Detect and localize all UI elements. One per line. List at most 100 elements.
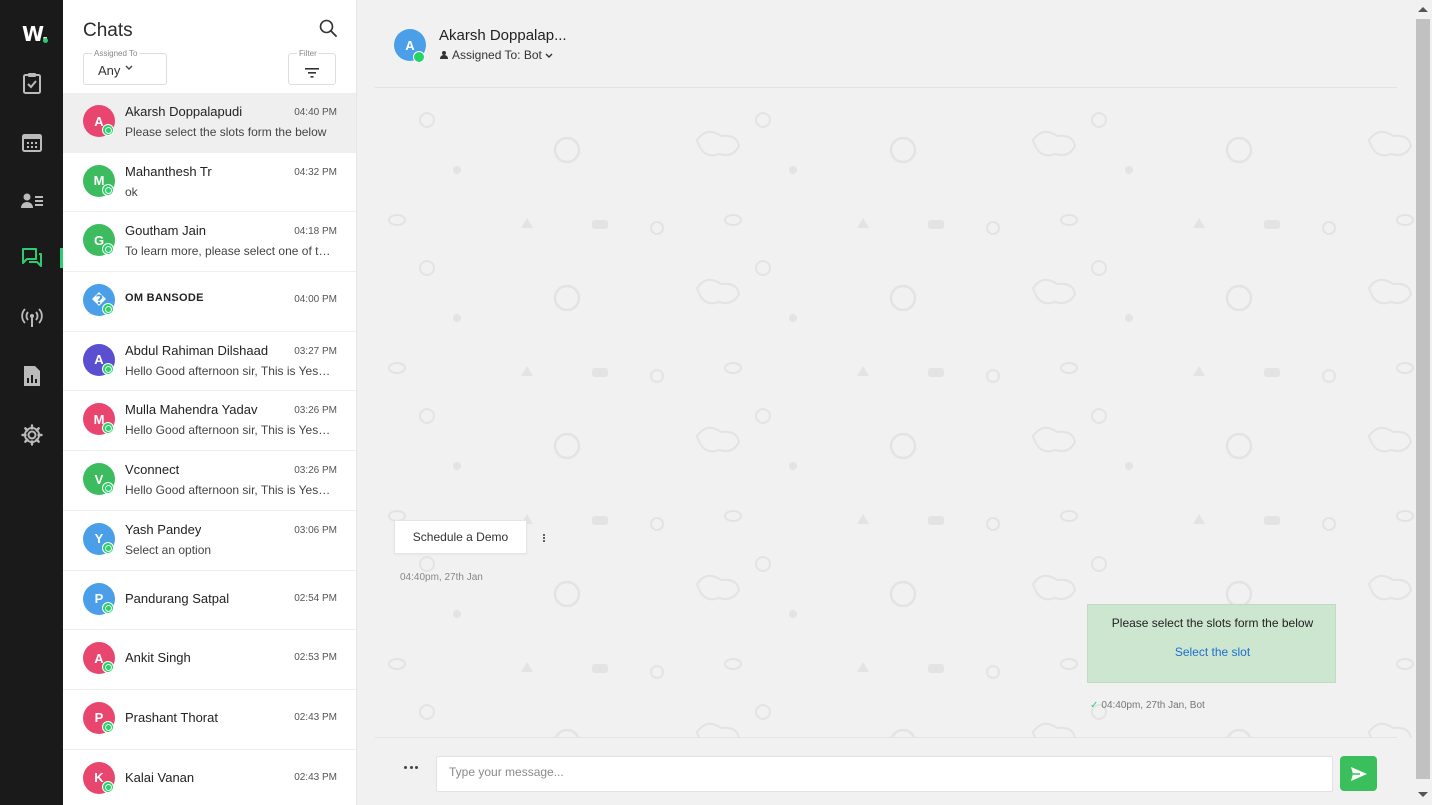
outgoing-message: Please select the slots form the below S… [1087, 604, 1336, 683]
schedule-demo-button[interactable]: Schedule a Demo [394, 520, 527, 554]
chat-list-panel: Chats Assigned To Any Filter A Akarsh Dop… [63, 0, 357, 805]
send-icon [1350, 766, 1367, 781]
chat-time: 04:00 PM [294, 294, 337, 306]
message-timestamp-outgoing: ✓ 04:40pm, 27th Jan, Bot [1090, 700, 1205, 711]
whatsapp-icon [102, 720, 114, 733]
list-item[interactable]: P Prashant Thorat 02:43 PM [63, 690, 356, 750]
whatsapp-icon [102, 482, 114, 495]
list-item[interactable]: A Abdul Rahiman Dilshaad 03:27 PM Hello Goo… [63, 332, 356, 392]
contact-name: Kalai Vanan [125, 769, 195, 785]
whatsapp-icon [102, 661, 114, 674]
filter-icon [305, 65, 319, 83]
list-item[interactable]: K Kalai Vanan 02:43 PM [63, 750, 356, 805]
filter-label: Filter [297, 49, 319, 58]
page-title: Chats [83, 20, 133, 41]
assigned-to-dropdown[interactable]: Assigned To: Bot [440, 48, 553, 62]
whatsapp-icon [102, 422, 114, 435]
divider [375, 87, 1397, 88]
list-item[interactable]: V Vconnect 03:26 PM Hello Good afternoon si… [63, 451, 356, 511]
outgoing-time-text: 04:40pm, 27th Jan, Bot [1101, 700, 1205, 711]
logo-dot [43, 38, 48, 43]
whatsapp-icon [102, 303, 114, 316]
chat-time: 03:27 PM [294, 345, 337, 357]
chat-time: 04:40 PM [294, 107, 337, 118]
chat-time: 02:43 PM [294, 771, 337, 783]
chat-time: 03:26 PM [294, 465, 337, 477]
divider [375, 737, 1397, 738]
contact-name: Mahanthesh Tr [125, 163, 212, 179]
list-item[interactable]: M Mahanthesh Tr 04:32 PM ok [63, 153, 356, 213]
send-button[interactable] [1340, 756, 1377, 791]
contact-name: Pandurang Satpal [125, 590, 230, 606]
contact-name: Mulla Mahendra Yadav [125, 402, 258, 418]
chat-time: 03:26 PM [294, 405, 337, 417]
contact-name: OM BANSODE [125, 292, 204, 305]
assigned-to-select[interactable]: Assigned To Any [83, 49, 167, 85]
attachment-menu-button[interactable] [404, 766, 418, 772]
contact-name: Ankit Singh [125, 650, 191, 666]
list-item[interactable]: G Goutham Jain 04:18 PM To learn more, plea… [63, 212, 356, 273]
chevron-down-icon [125, 63, 133, 73]
scroll-down-icon[interactable] [1418, 792, 1428, 797]
assigned-to-text: Assigned To: Bot [452, 48, 542, 62]
chat-time: 03:06 PM [294, 524, 337, 536]
list-item[interactable]: M Mulla Mahendra Yadav 03:26 PM Hello Good … [63, 391, 356, 452]
assigned-to-label: Assigned To [92, 49, 140, 58]
scrollbar-thumb[interactable] [1416, 19, 1430, 779]
chat-time: 02:43 PM [294, 711, 337, 723]
contact-name: Prashant Thorat [125, 709, 218, 725]
nav-rail: W. [0, 0, 63, 805]
whatsapp-icon [102, 780, 114, 793]
scrollbar[interactable] [1414, 0, 1432, 805]
assigned-to-value: Any [98, 63, 121, 78]
chat-time: 04:18 PM [294, 226, 337, 238]
contact-name: Goutham Jain [125, 223, 206, 239]
report-icon[interactable] [19, 363, 45, 389]
chats-icon[interactable] [19, 245, 45, 271]
filter-button[interactable]: Filter [288, 49, 336, 85]
list-item[interactable]: A Ankit Singh 02:53 PM [63, 630, 356, 690]
chat-time: 04:32 PM [294, 166, 337, 178]
last-message-preview: ok [125, 184, 138, 199]
chat-time: 02:54 PM [294, 592, 337, 604]
last-message-preview: Please select the slots form the below [125, 125, 327, 139]
clipboard-check-icon[interactable] [19, 70, 45, 96]
contacts-icon[interactable] [19, 188, 45, 214]
contact-name: Akarsh Doppalap... [439, 27, 567, 44]
list-item[interactable]: P Pandurang Satpal 02:54 PM [63, 571, 356, 631]
whatsapp-icon [102, 601, 114, 614]
contact-name: Abdul Rahiman Dilshaad [125, 342, 269, 358]
scroll-up-icon[interactable] [1418, 7, 1428, 12]
calendar-icon[interactable] [19, 129, 45, 155]
search-icon[interactable] [319, 19, 339, 39]
last-message-preview: Hello Good afternoon sir, This is Yesw..… [125, 423, 335, 438]
message-text: Please select the slots form the below [1111, 616, 1314, 630]
contact-name: Akarsh Doppalapudi [125, 104, 243, 119]
whatsapp-icon [413, 51, 425, 63]
last-message-preview: To learn more, please select one of th..… [125, 244, 335, 259]
select-slot-link[interactable]: Select the slot [1088, 645, 1337, 659]
list-item[interactable]: � OM BANSODE 04:00 PM [63, 272, 356, 332]
contact-name: Vconnect [125, 462, 180, 478]
whatsapp-icon [102, 183, 114, 196]
whatsapp-icon [102, 362, 114, 375]
whatsapp-icon [102, 541, 114, 554]
conversation-pane: A Akarsh Doppalap... Assigned To: Bot Sc… [357, 0, 1414, 805]
chat-time: 02:53 PM [294, 652, 337, 664]
list-item[interactable]: A Akarsh Doppalapudi 04:40 PM Please select… [63, 93, 356, 153]
chevron-down-icon [545, 51, 553, 61]
chat-list: A Akarsh Doppalapudi 04:40 PM Please select… [63, 93, 356, 805]
settings-icon[interactable] [19, 422, 45, 448]
message-timestamp: 04:40pm, 27th Jan [400, 572, 483, 583]
message-input[interactable] [436, 756, 1333, 792]
last-message-preview: Hello Good afternoon sir, This is Yesw..… [125, 363, 335, 378]
more-options-icon[interactable] [541, 533, 547, 547]
contact-name: Yash Pandey [125, 521, 202, 537]
whatsapp-icon [102, 243, 114, 256]
last-message-preview: Select an option [125, 542, 212, 557]
check-icon: ✓ [1090, 700, 1099, 711]
whatsapp-icon [102, 124, 114, 136]
broadcast-icon[interactable] [19, 305, 45, 331]
last-message-preview: Hello Good afternoon sir, This is Yesw..… [125, 483, 335, 498]
list-item[interactable]: Y Yash Pandey 03:06 PM Select an option [63, 511, 356, 571]
